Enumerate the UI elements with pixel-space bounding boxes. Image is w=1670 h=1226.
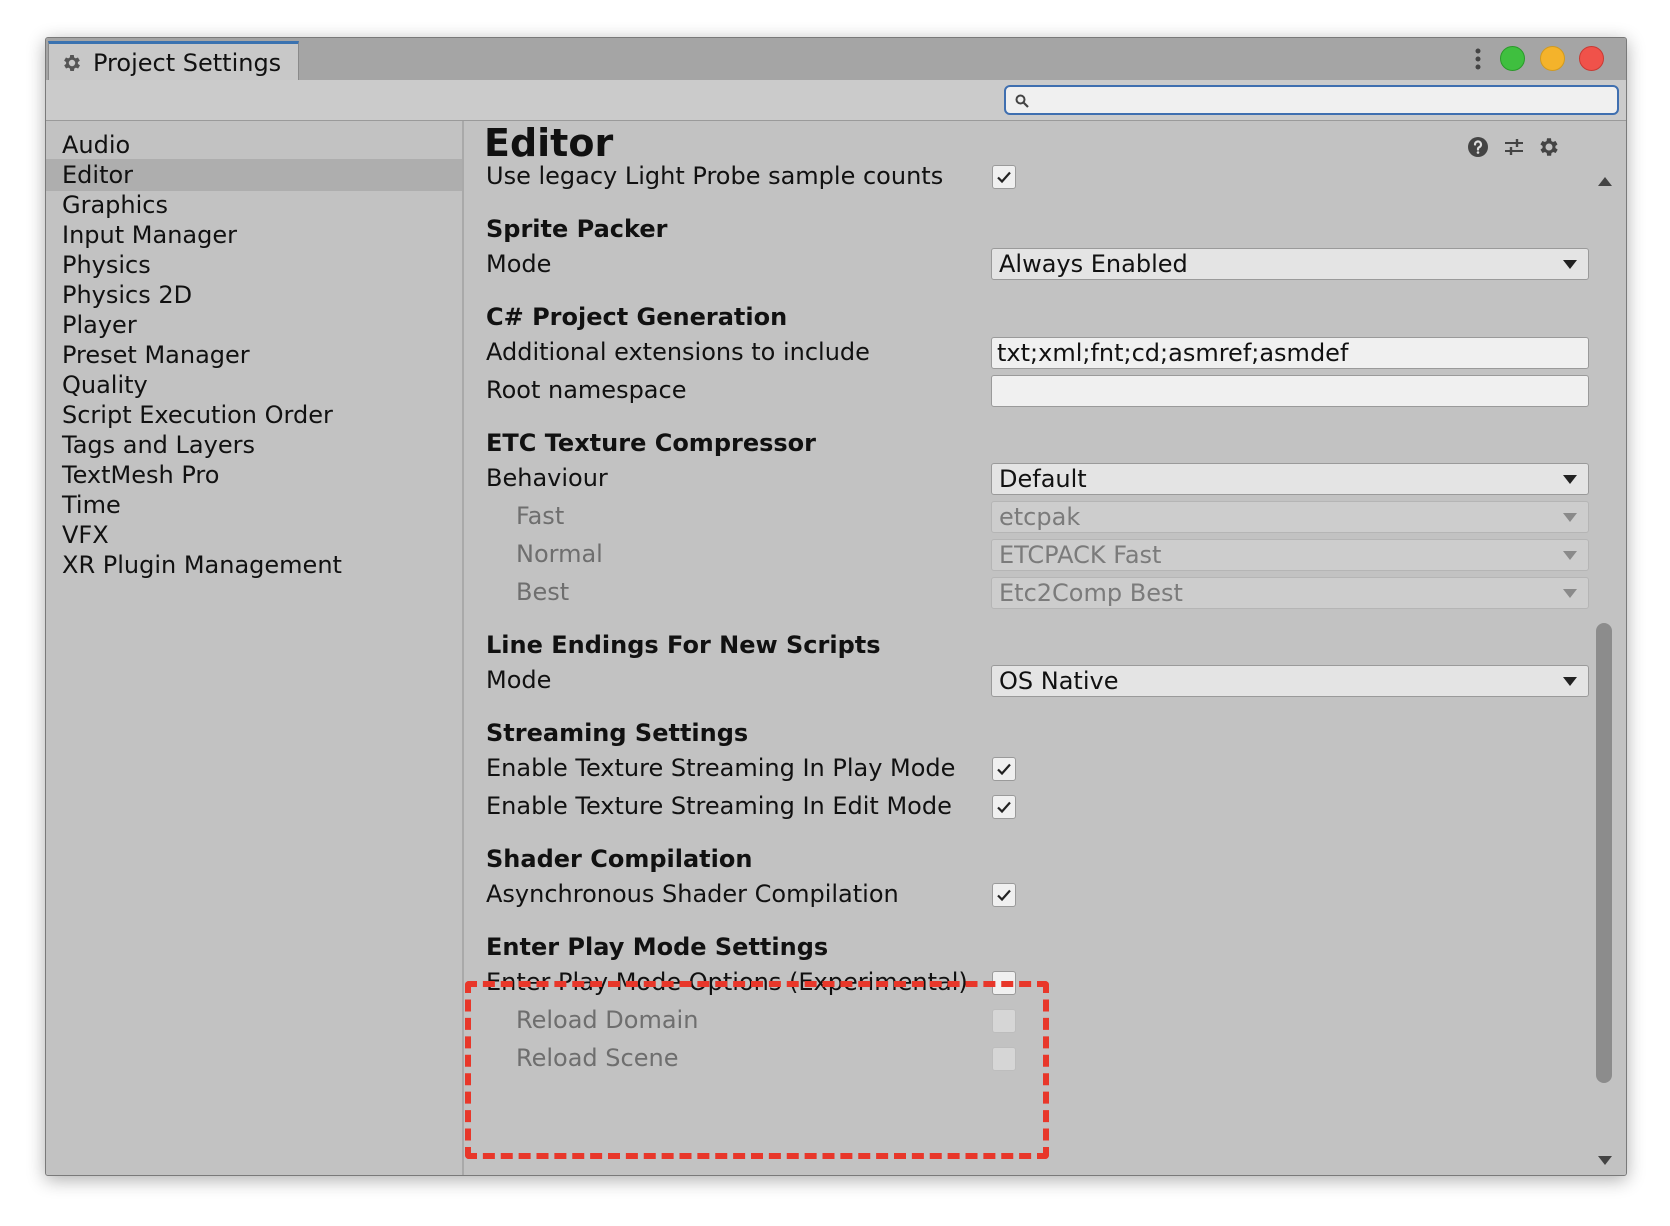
chevron-down-icon xyxy=(1563,551,1577,560)
preset-sliders-icon[interactable] xyxy=(1502,135,1526,159)
chevron-down-icon xyxy=(1563,589,1577,598)
best-dropdown[interactable]: Etc2Comp Best xyxy=(991,577,1589,609)
help-icon[interactable] xyxy=(1466,135,1490,159)
checkmark-icon xyxy=(997,889,1011,902)
gear-icon xyxy=(64,55,80,71)
project-settings-window: Project Settings Audio Editor Graphics I… xyxy=(45,37,1627,1176)
additional-extensions-field[interactable]: txt;xml;fnt;cd;asmref;asmdef xyxy=(991,337,1589,369)
dropdown-value: OS Native xyxy=(999,667,1119,695)
sidebar-item-tags-and-layers[interactable]: Tags and Layers xyxy=(46,429,462,461)
search-icon xyxy=(1015,94,1029,108)
etc-compressor-heading: ETC Texture Compressor xyxy=(486,429,816,457)
texture-streaming-edit-checkbox[interactable] xyxy=(992,795,1016,819)
sidebar-item-player[interactable]: Player xyxy=(46,309,462,341)
chevron-down-icon xyxy=(1563,513,1577,522)
sidebar-item-audio[interactable]: Audio xyxy=(46,129,462,161)
sidebar-item-preset-manager[interactable]: Preset Manager xyxy=(46,339,462,371)
sidebar-item-script-execution-order[interactable]: Script Execution Order xyxy=(46,399,462,431)
line-endings-mode-dropdown[interactable]: OS Native xyxy=(991,665,1589,697)
behaviour-dropdown[interactable]: Default xyxy=(991,463,1589,495)
behaviour-label: Behaviour xyxy=(486,464,608,492)
settings-sidebar: Audio Editor Graphics Input Manager Phys… xyxy=(46,121,464,1175)
shader-compilation-heading: Shader Compilation xyxy=(486,845,753,873)
sidebar-item-textmesh-pro[interactable]: TextMesh Pro xyxy=(46,459,462,491)
checkmark-icon xyxy=(997,763,1011,776)
editor-settings-panel: Editor Use legacy Light Probe sample cou… xyxy=(464,121,1626,1175)
field-value: txt;xml;fnt;cd;asmref;asmdef xyxy=(997,339,1349,367)
window-tab[interactable]: Project Settings xyxy=(48,41,299,80)
reload-domain-checkbox[interactable] xyxy=(992,1009,1016,1033)
reload-scene-checkbox[interactable] xyxy=(992,1047,1016,1071)
dropdown-value: Always Enabled xyxy=(999,250,1188,278)
sprite-packer-heading: Sprite Packer xyxy=(486,215,668,243)
search-input[interactable] xyxy=(1036,89,1610,113)
scroll-thumb[interactable] xyxy=(1596,623,1612,1083)
texture-streaming-play-checkbox[interactable] xyxy=(992,757,1016,781)
toolbar xyxy=(46,80,1626,121)
maximize-button[interactable] xyxy=(1500,46,1525,71)
fast-label: Fast xyxy=(516,502,565,530)
scroll-up-arrow-icon[interactable] xyxy=(1598,177,1612,186)
dropdown-value: etcpak xyxy=(999,503,1081,531)
sidebar-item-input-manager[interactable]: Input Manager xyxy=(46,219,462,251)
texture-streaming-edit-label: Enable Texture Streaming In Edit Mode xyxy=(486,792,952,820)
legacy-light-probe-label: Use legacy Light Probe sample counts xyxy=(486,162,944,190)
normal-dropdown[interactable]: ETCPACK Fast xyxy=(991,539,1589,571)
checkmark-icon xyxy=(997,801,1011,814)
fast-dropdown[interactable]: etcpak xyxy=(991,501,1589,533)
vertical-scrollbar[interactable] xyxy=(1592,169,1616,1173)
streaming-heading: Streaming Settings xyxy=(486,719,749,747)
sidebar-item-time[interactable]: Time xyxy=(46,489,462,521)
additional-extensions-label: Additional extensions to include xyxy=(486,338,870,366)
async-shader-label: Asynchronous Shader Compilation xyxy=(486,880,899,908)
close-button[interactable] xyxy=(1579,46,1604,71)
chevron-down-icon xyxy=(1563,677,1577,686)
sidebar-item-physics-2d[interactable]: Physics 2D xyxy=(46,279,462,311)
sidebar-item-xr-plugin-management[interactable]: XR Plugin Management xyxy=(46,549,462,581)
scroll-down-arrow-icon[interactable] xyxy=(1598,1156,1612,1165)
csharp-project-heading: C# Project Generation xyxy=(486,303,788,331)
window-title: Project Settings xyxy=(93,49,282,77)
sprite-packer-mode-label: Mode xyxy=(486,250,552,278)
line-endings-mode-label: Mode xyxy=(486,666,552,694)
checkmark-icon xyxy=(997,171,1011,184)
title-bar: Project Settings xyxy=(46,38,1626,80)
enter-play-mode-options-checkbox[interactable] xyxy=(992,971,1016,995)
sidebar-item-editor[interactable]: Editor xyxy=(46,159,462,191)
sidebar-item-quality[interactable]: Quality xyxy=(46,369,462,401)
sidebar-item-graphics[interactable]: Graphics xyxy=(46,189,462,221)
reload-domain-label: Reload Domain xyxy=(516,1006,699,1034)
search-field[interactable] xyxy=(1004,85,1619,115)
dropdown-value: ETCPACK Fast xyxy=(999,541,1162,569)
page-title: Editor xyxy=(484,121,614,165)
dropdown-value: Etc2Comp Best xyxy=(999,579,1183,607)
async-shader-checkbox[interactable] xyxy=(992,883,1016,907)
line-endings-heading: Line Endings For New Scripts xyxy=(486,631,881,659)
root-namespace-label: Root namespace xyxy=(486,376,687,404)
texture-streaming-play-label: Enable Texture Streaming In Play Mode xyxy=(486,754,956,782)
chevron-down-icon xyxy=(1563,475,1577,484)
reload-scene-label: Reload Scene xyxy=(516,1044,679,1072)
dropdown-value: Default xyxy=(999,465,1087,493)
gear-icon[interactable] xyxy=(1537,135,1561,159)
sidebar-item-vfx[interactable]: VFX xyxy=(46,519,462,551)
legacy-light-probe-checkbox[interactable] xyxy=(992,165,1016,189)
chevron-down-icon xyxy=(1563,260,1577,269)
root-namespace-field[interactable] xyxy=(991,375,1589,407)
enter-play-mode-heading: Enter Play Mode Settings xyxy=(486,933,829,961)
sprite-packer-mode-dropdown[interactable]: Always Enabled xyxy=(991,248,1589,280)
more-menu-icon[interactable] xyxy=(1468,46,1488,72)
enter-play-mode-options-label: Enter Play Mode Options (Experimental) xyxy=(486,968,968,996)
sidebar-item-physics[interactable]: Physics xyxy=(46,249,462,281)
normal-label: Normal xyxy=(516,540,603,568)
minimize-button[interactable] xyxy=(1540,46,1565,71)
best-label: Best xyxy=(516,578,570,606)
